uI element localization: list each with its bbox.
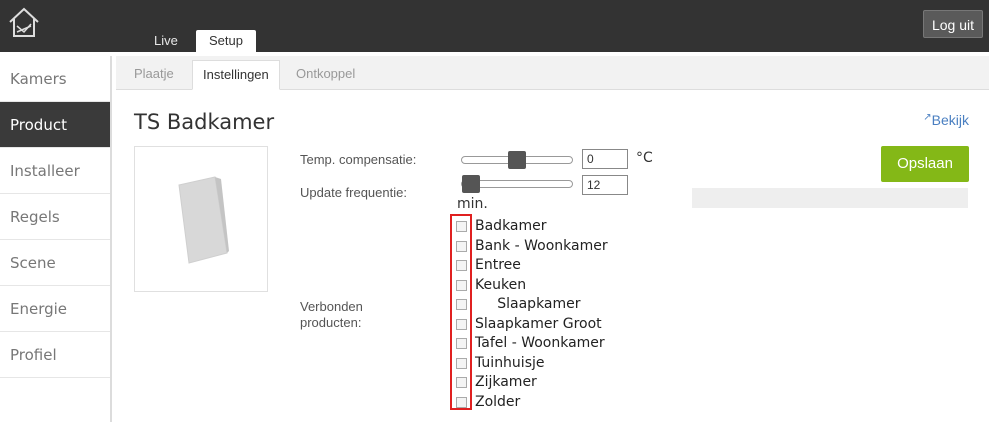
checkbox-label: Entree (475, 257, 521, 273)
checkbox[interactable] (456, 396, 467, 408)
sidebar-item-profiel[interactable]: Profiel (0, 332, 110, 378)
checkbox[interactable] (456, 279, 467, 291)
checkbox-label: Bank - Woonkamer (475, 237, 608, 254)
update-frequency-slider[interactable] (461, 175, 573, 193)
sidebar-item-scene[interactable]: Scene (0, 240, 110, 286)
checkbox-label: Keuken (475, 276, 527, 293)
sidebar-item-energie[interactable]: Energie (0, 286, 110, 332)
product-image (134, 146, 268, 292)
checkbox[interactable] (456, 240, 467, 252)
tab-plaatje[interactable]: Plaatje (124, 60, 184, 90)
checkbox[interactable] (456, 299, 467, 310)
view-link-label: Bekijk (931, 112, 969, 128)
checkbox-label: Tuinhuisje (475, 354, 545, 371)
temp-compensation-slider[interactable] (461, 151, 573, 169)
view-link[interactable]: ↗Bekijk (923, 112, 969, 128)
temp-compensation-label: Temp. compensatie: (300, 152, 417, 167)
checkbox[interactable] (456, 357, 467, 369)
sidebar: Kamers Product Installeer Regels Scene E… (0, 56, 112, 422)
tab-live[interactable]: Live (146, 30, 186, 52)
temp-unit: °C (636, 150, 653, 166)
checkbox-label: Zijkamer (475, 374, 537, 390)
slider-handle[interactable] (508, 151, 526, 169)
checkbox[interactable] (456, 377, 467, 388)
sub-tab-bar: Plaatje Instellingen Ontkoppel (116, 56, 989, 90)
update-unit: min. (457, 196, 488, 212)
tab-instellingen[interactable]: Instellingen (192, 60, 280, 90)
checkbox-label: Badkamer (475, 218, 547, 234)
checkbox-label: Zolder (475, 393, 521, 410)
checkbox[interactable] (456, 260, 467, 271)
checkbox[interactable] (456, 338, 467, 349)
status-bar (692, 188, 968, 208)
logout-button[interactable]: Log uit (922, 10, 983, 38)
connected-products-label: Verbonden producten: (300, 299, 363, 330)
tab-setup[interactable]: Setup (196, 30, 256, 52)
slider-handle[interactable] (462, 175, 480, 193)
sensor-device-icon (178, 176, 229, 264)
temp-compensation-input[interactable]: 0 (582, 149, 628, 169)
home-icon[interactable] (6, 4, 42, 40)
checkbox-label: Slaapkamer Groot (475, 315, 602, 332)
checkbox-label: Slaapkamer (475, 296, 581, 312)
sidebar-item-product[interactable]: Product (0, 102, 110, 148)
sidebar-item-regels[interactable]: Regels (0, 194, 110, 240)
checkbox[interactable] (456, 221, 467, 232)
update-frequency-input[interactable]: 12 (582, 175, 628, 195)
top-bar: Live Setup Log uit (0, 0, 989, 52)
update-frequency-label: Update frequentie: (300, 185, 407, 200)
tab-ontkoppel[interactable]: Ontkoppel (286, 60, 365, 90)
page-title: TS Badkamer (134, 110, 275, 134)
checkbox-label: Tafel - Woonkamer (475, 335, 605, 351)
sidebar-item-installeer[interactable]: Installeer (0, 148, 110, 194)
checkbox[interactable] (456, 318, 467, 330)
save-button[interactable]: Opslaan (881, 146, 969, 182)
sidebar-item-kamers[interactable]: Kamers (0, 56, 110, 102)
external-link-icon: ↗ (923, 112, 932, 123)
